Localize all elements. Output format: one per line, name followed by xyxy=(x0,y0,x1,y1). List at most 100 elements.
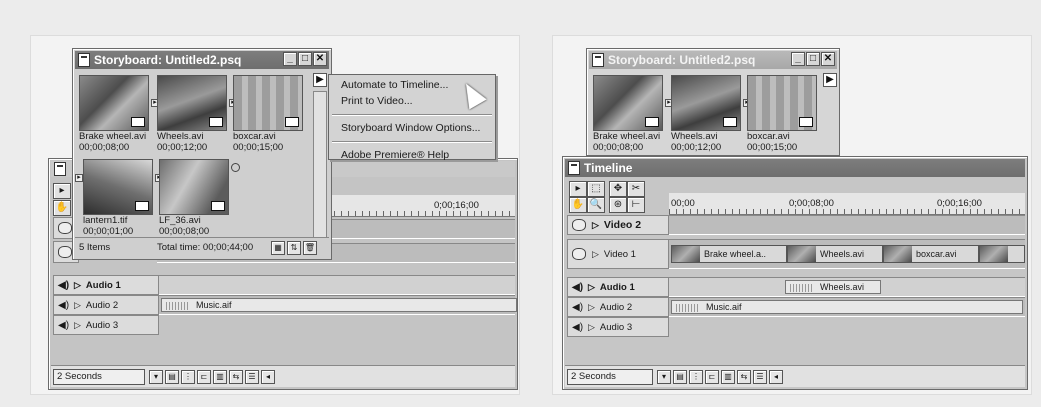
minimize-button[interactable]: _ xyxy=(283,52,297,66)
film-icon xyxy=(209,117,223,127)
storyboard-clip[interactable]: Brake wheel.avi 00;00;08;00 xyxy=(593,75,663,153)
music-clip-left[interactable]: Music.aif xyxy=(161,298,517,312)
right-audio-track-3-header[interactable]: ◀) ▷ Audio 3 xyxy=(567,317,669,337)
storyboard-clip[interactable]: Wheels.avi 00;00;12;00 xyxy=(671,75,741,153)
in-out-tool-icon[interactable]: ⊢ xyxy=(627,197,645,213)
video-clip-brake-wheel[interactable]: Brake wheel.a.. xyxy=(671,245,787,263)
clip-name: boxcar.avi xyxy=(747,131,790,142)
close-button[interactable]: ✕ xyxy=(313,52,327,66)
left-audio-track-2-header[interactable]: ◀) ▷ Audio 2 xyxy=(53,295,159,315)
expand-triangle-icon[interactable]: ▷ xyxy=(588,302,595,313)
track-tool-icon[interactable]: ✥ xyxy=(609,181,627,197)
razor-tool-icon[interactable]: ✂ xyxy=(627,181,645,197)
shift-tracks-icon[interactable]: ▥ xyxy=(213,369,227,384)
minimize-button[interactable]: _ xyxy=(791,52,805,66)
audio-clip-wheels[interactable]: Wheels.avi xyxy=(785,280,881,294)
sync-mode-icon[interactable]: ⇆ xyxy=(737,369,751,384)
storyboard-menu-arrow-button[interactable]: ▶ xyxy=(313,73,327,87)
scroll-left-icon[interactable]: ◂ xyxy=(261,369,275,384)
storyboard-window-icon xyxy=(592,53,604,67)
selection-tool-icon[interactable]: ▸ xyxy=(53,183,71,199)
right-audio-track-2-header[interactable]: ◀) ▷ Audio 2 xyxy=(567,297,669,317)
menu-item-premiere-help[interactable]: Adobe Premiere® Help xyxy=(329,145,495,165)
automate-icon[interactable]: ⇅ xyxy=(287,240,301,255)
clip-label: boxcar.avi xyxy=(916,249,957,259)
right-video-track-2-header[interactable]: ▷ Video 2 xyxy=(567,215,669,235)
toggle-snap-icon[interactable]: ⋮ xyxy=(689,369,703,384)
zoom-level-select[interactable]: 2 Seconds xyxy=(53,368,145,385)
maximize-button[interactable]: □ xyxy=(806,52,820,66)
shift-tracks-icon[interactable]: ▥ xyxy=(721,369,735,384)
track-height-icon[interactable]: ☰ xyxy=(245,369,259,384)
speaker-icon[interactable]: ◀) xyxy=(58,300,70,311)
music-clip-right[interactable]: Music.aif xyxy=(671,300,1023,314)
expand-triangle-icon[interactable]: ▷ xyxy=(74,320,81,331)
storyboard-clip[interactable]: lantern1.tif 00;00;01;00 xyxy=(83,159,153,237)
eye-icon[interactable] xyxy=(58,246,72,258)
sync-mode-icon[interactable]: ⇆ xyxy=(229,369,243,384)
video-clip-wheels[interactable]: Wheels.avi xyxy=(787,245,883,263)
video-clip-boxcar[interactable]: boxcar.avi xyxy=(883,245,979,263)
timeline-ruler-right[interactable]: 00;00 0;00;08;00 0;00;16;00 xyxy=(669,193,1025,215)
dropdown-arrow-icon[interactable]: ▾ xyxy=(149,369,163,384)
track-height-icon[interactable]: ☰ xyxy=(753,369,767,384)
edge-view-icon[interactable]: ⊏ xyxy=(705,369,719,384)
hand-tool-icon[interactable]: ✋ xyxy=(569,197,587,213)
speaker-icon[interactable]: ◀) xyxy=(572,282,584,293)
dropdown-arrow-icon[interactable]: ▾ xyxy=(657,369,671,384)
clip-thumbnail xyxy=(233,75,303,131)
selection-tool-icon[interactable]: ▸ xyxy=(569,181,587,197)
right-audio-track-1-header[interactable]: ◀) ▷ Audio 1 xyxy=(567,277,669,297)
speaker-icon[interactable]: ◀) xyxy=(58,280,70,291)
view-toggle-icon[interactable]: ▦ xyxy=(271,240,285,255)
storyboard-menu-arrow-button[interactable]: ▶ xyxy=(823,73,837,87)
menu-item-storyboard-window-options[interactable]: Storyboard Window Options... xyxy=(329,118,495,138)
clip-thumbnail xyxy=(788,246,816,262)
speaker-icon[interactable]: ◀) xyxy=(572,302,584,313)
total-time: Total time: 00;00;44;00 xyxy=(157,242,254,253)
window-title: Timeline xyxy=(584,161,633,175)
speaker-icon[interactable]: ◀) xyxy=(58,320,70,331)
trash-icon[interactable]: 🗑 xyxy=(303,240,317,255)
hand-tool-icon[interactable]: ✋ xyxy=(53,200,71,216)
video-clip-next[interactable] xyxy=(979,245,1025,263)
storyboard-scrollbar[interactable] xyxy=(313,91,327,239)
toggle-snap-icon[interactable]: ⋮ xyxy=(181,369,195,384)
expand-triangle-icon[interactable]: ▷ xyxy=(74,300,81,311)
storyboard-titlebar-left[interactable]: Storyboard: Untitled2.psq _ □ ✕ xyxy=(75,51,329,69)
storyboard-window-left: Storyboard: Untitled2.psq _ □ ✕ ▶ Brake … xyxy=(72,48,332,260)
items-count: 5 Items xyxy=(79,242,111,253)
storyboard-clip[interactable]: Brake wheel.avi 00;00;08;00 xyxy=(79,75,149,153)
range-select-tool-icon[interactable]: ⬚ xyxy=(587,181,605,197)
edge-view-icon[interactable]: ⊏ xyxy=(197,369,211,384)
expand-triangle-icon[interactable]: ▷ xyxy=(588,322,595,333)
right-video-track-1-header[interactable]: ▷ Video 1 xyxy=(567,239,669,269)
track-options-icon[interactable]: ▤ xyxy=(673,369,687,384)
eye-icon[interactable] xyxy=(572,219,586,231)
storyboard-clip[interactable]: boxcar.avi 00;00;15;00 xyxy=(233,75,303,153)
track-label: Audio 1 xyxy=(85,279,121,291)
expand-triangle-icon[interactable]: ▷ xyxy=(592,249,599,260)
eye-icon[interactable] xyxy=(58,222,72,234)
expand-triangle-icon[interactable]: ▷ xyxy=(588,282,595,293)
zoom-tool-icon[interactable]: 🔍 xyxy=(587,197,605,213)
left-audio-track-3-header[interactable]: ◀) ▷ Audio 3 xyxy=(53,315,159,335)
timeline-titlebar-right[interactable]: Timeline xyxy=(565,159,1025,177)
left-audio-track-1-header[interactable]: ◀) ▷ Audio 1 xyxy=(53,275,159,295)
zoom-level-select[interactable]: 2 Seconds xyxy=(567,368,653,385)
eye-icon[interactable] xyxy=(572,248,586,260)
link-tool-icon[interactable]: ⊛ xyxy=(609,197,627,213)
close-button[interactable]: ✕ xyxy=(821,52,835,66)
maximize-button[interactable]: □ xyxy=(298,52,312,66)
speaker-icon[interactable]: ◀) xyxy=(572,322,584,333)
ruler-time-label: 0;00;16;00 xyxy=(937,198,982,209)
expand-triangle-icon[interactable]: ▷ xyxy=(592,220,599,231)
track-options-icon[interactable]: ▤ xyxy=(165,369,179,384)
scroll-left-icon[interactable]: ◂ xyxy=(769,369,783,384)
storyboard-clip[interactable]: boxcar.avi 00;00;15;00 xyxy=(747,75,817,153)
expand-triangle-icon[interactable]: ▷ xyxy=(74,280,81,291)
end-marker-icon xyxy=(231,163,240,172)
storyboard-clip[interactable]: LF_36.avi 00;00;08;00 xyxy=(159,159,229,237)
storyboard-titlebar-right[interactable]: Storyboard: Untitled2.psq _ □ ✕ xyxy=(589,51,837,69)
storyboard-clip[interactable]: Wheels.avi 00;00;12;00 xyxy=(157,75,227,153)
